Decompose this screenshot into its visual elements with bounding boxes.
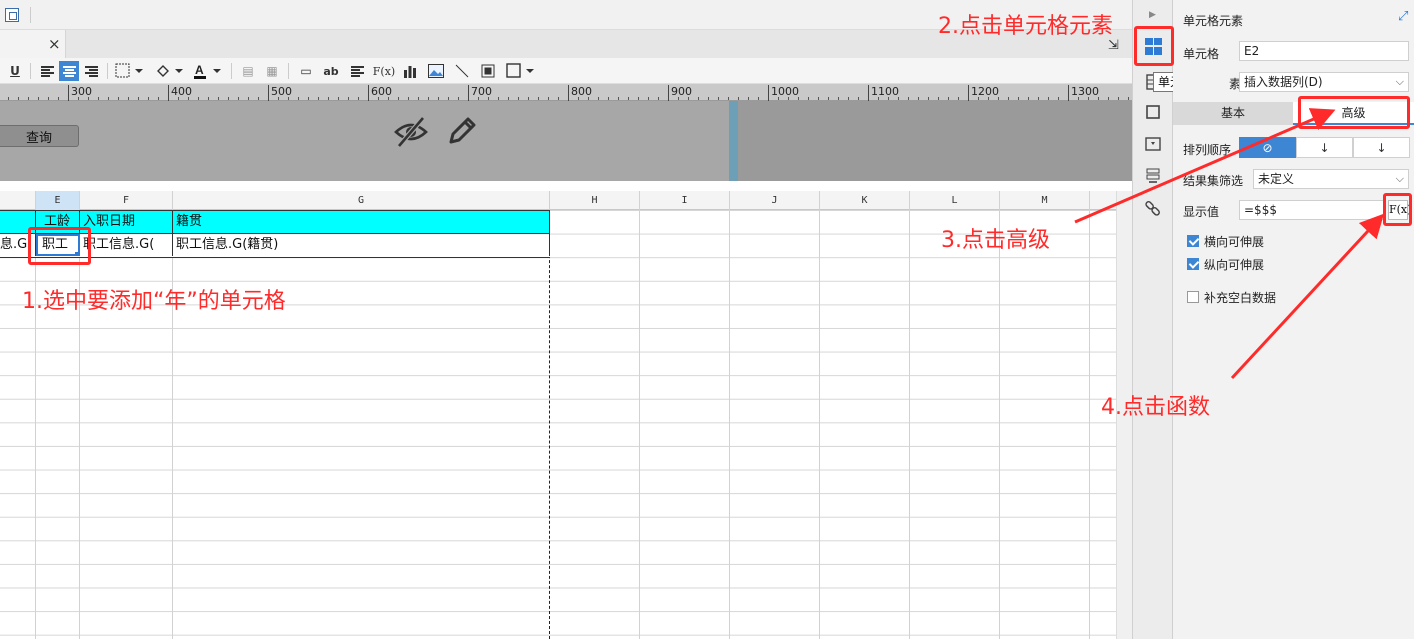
annotation-arrows — [1074, 108, 1385, 380]
step3-arrow — [1074, 108, 1336, 224]
report-designer-window: × ⇲ U A ▤ ▦ ▭ ab F(x) 300 400 500 600 70… — [0, 0, 1414, 639]
step4-arrow — [1230, 213, 1385, 380]
